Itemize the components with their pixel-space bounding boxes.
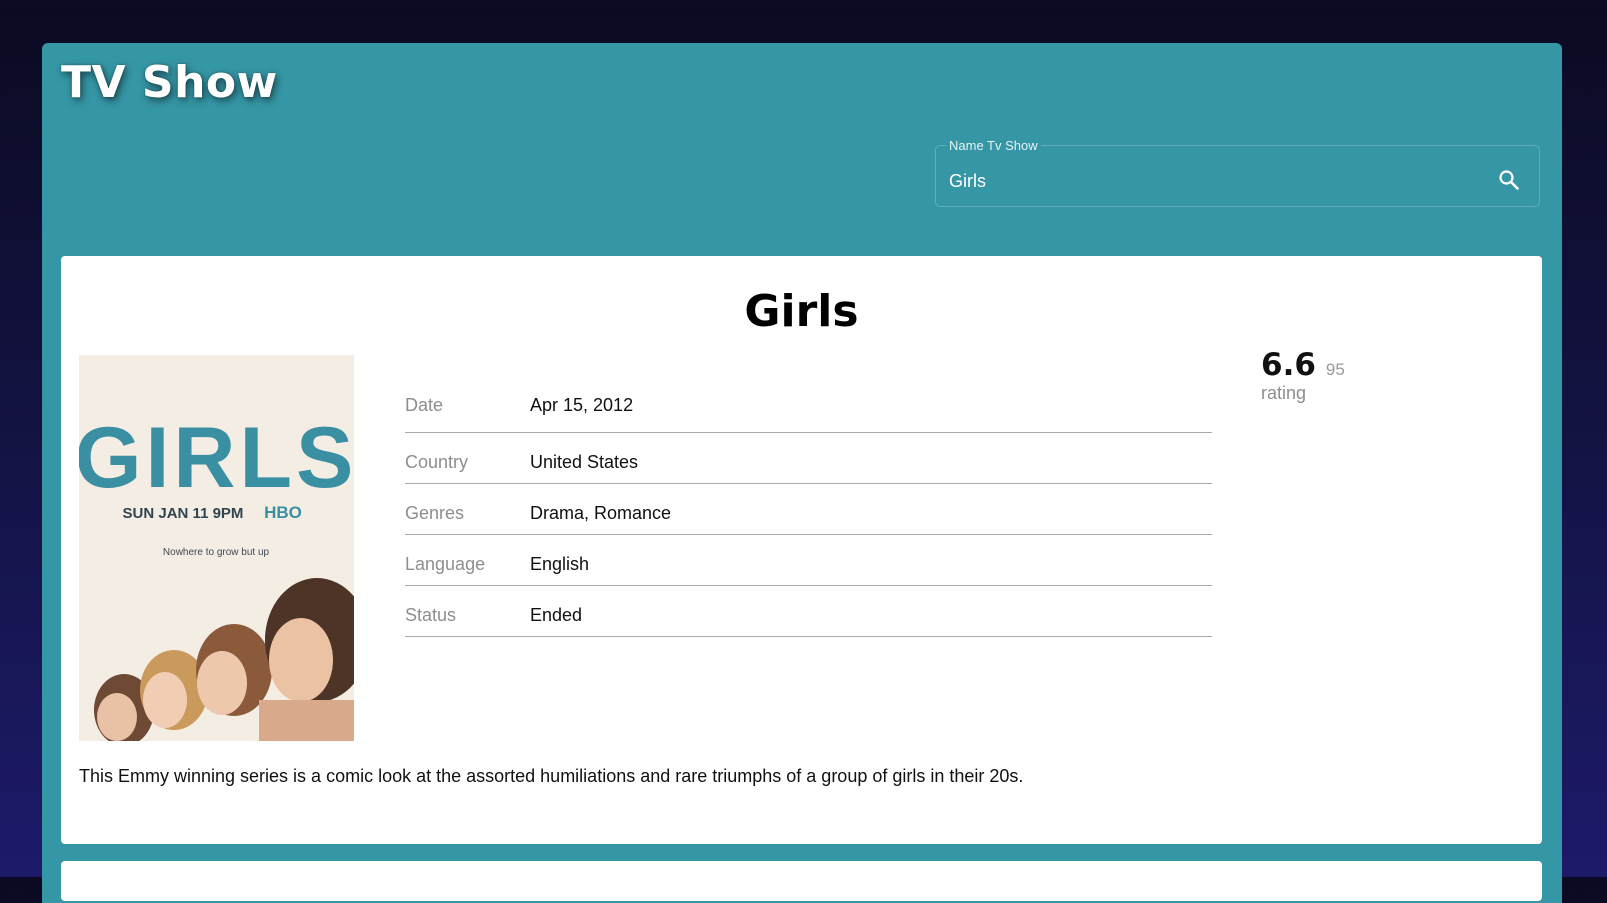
show-card: Girls GIRLS SUN JAN 11 9PM HBO Nowhere t… — [61, 256, 1542, 844]
detail-row-language: Language English — [405, 535, 1212, 586]
detail-label: Language — [405, 553, 486, 574]
poster-wordmark: GIRLS — [79, 410, 354, 506]
show-poster: GIRLS SUN JAN 11 9PM HBO Nowhere to grow… — [79, 355, 354, 741]
detail-value: English — [530, 553, 590, 574]
app-title: TV Show — [61, 57, 278, 108]
search-icon[interactable] — [1497, 168, 1521, 192]
rating-box: 6.6 95 rating — [1261, 347, 1345, 404]
poster-network: HBO — [264, 503, 302, 522]
rating-label: rating — [1261, 383, 1307, 403]
detail-value: Apr 15, 2012 — [530, 395, 634, 415]
detail-label: Country — [405, 451, 469, 472]
poster-tagline: Nowhere to grow but up — [163, 547, 270, 558]
detail-label: Genres — [405, 502, 465, 523]
detail-row-status: Status Ended — [405, 586, 1212, 637]
detail-value: United States — [530, 451, 639, 472]
rating-value: 6.6 — [1261, 347, 1316, 383]
detail-value: Ended — [530, 604, 583, 625]
show-details: Date Apr 15, 2012 Country United States … — [405, 373, 1212, 637]
detail-row-date: Date Apr 15, 2012 — [405, 373, 1212, 433]
detail-row-genres: Genres Drama, Romance — [405, 484, 1212, 535]
show-card-next — [61, 861, 1542, 901]
show-title: Girls — [744, 286, 859, 337]
rating-votes: 95 — [1325, 360, 1345, 379]
detail-value: Drama, Romance — [530, 502, 672, 523]
detail-row-country: Country United States — [405, 433, 1212, 484]
show-summary: This Emmy winning series is a comic look… — [79, 766, 1024, 786]
search-label: Name Tv Show — [946, 139, 1041, 153]
search-field[interactable]: Name Tv Show — [935, 139, 1540, 207]
search-input[interactable] — [949, 168, 1469, 194]
detail-label: Date — [405, 395, 444, 415]
poster-airing: SUN JAN 11 9PM — [123, 505, 244, 522]
detail-label: Status — [405, 604, 457, 625]
